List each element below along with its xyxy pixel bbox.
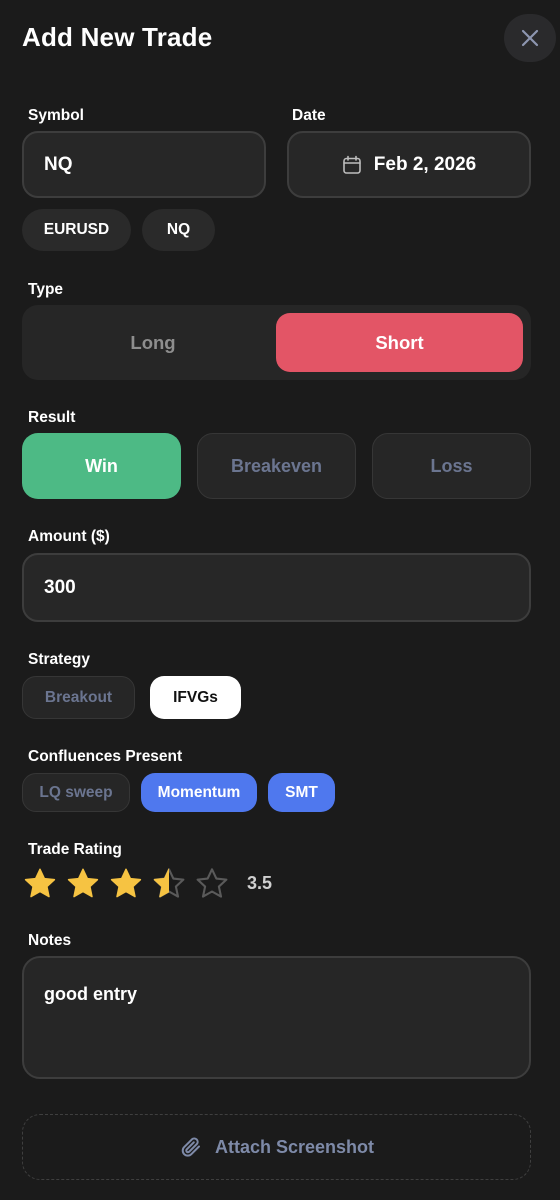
rating-value: 3.5 bbox=[247, 873, 273, 893]
date-value: Feb 2, 2026 bbox=[373, 153, 477, 175]
confluence-option-lq-sweep[interactable]: LQ sweep bbox=[22, 773, 130, 812]
attach-label: Attach Screenshot bbox=[214, 1136, 375, 1157]
star-icon[interactable] bbox=[108, 866, 144, 902]
notes-value: good entry bbox=[44, 984, 137, 1004]
page-title: Add New Trade bbox=[22, 22, 213, 52]
notes-label: Notes bbox=[28, 932, 72, 949]
type-toggle: Long Short bbox=[22, 305, 531, 380]
attach-screenshot-button[interactable]: Attach Screenshot bbox=[22, 1114, 531, 1180]
confluence-option-smt[interactable]: SMT bbox=[268, 773, 335, 812]
strategy-option-breakout[interactable]: Breakout bbox=[22, 676, 135, 719]
confluence-option-momentum[interactable]: Momentum bbox=[141, 773, 257, 812]
result-option-loss[interactable]: Loss bbox=[372, 433, 531, 499]
symbol-value: NQ bbox=[44, 153, 73, 175]
type-label: Type bbox=[28, 281, 64, 298]
date-picker[interactable]: Feb 2, 2026 bbox=[287, 131, 531, 198]
type-option-long[interactable]: Long bbox=[30, 313, 276, 372]
recent-symbol-chip[interactable]: EURUSD bbox=[22, 209, 131, 251]
star-icon[interactable] bbox=[194, 866, 230, 902]
star-icon[interactable] bbox=[151, 866, 187, 902]
confluences-label: Confluences Present bbox=[28, 748, 183, 765]
close-button[interactable] bbox=[504, 14, 556, 62]
result-option-breakeven[interactable]: Breakeven bbox=[197, 433, 356, 499]
type-option-short[interactable]: Short bbox=[276, 313, 523, 372]
symbol-input[interactable]: NQ bbox=[22, 131, 266, 198]
calendar-icon bbox=[342, 155, 361, 174]
strategy-option-ifvgs[interactable]: IFVGs bbox=[150, 676, 241, 719]
recent-symbol-chip[interactable]: NQ bbox=[142, 209, 215, 251]
notes-textarea[interactable]: good entry bbox=[22, 956, 531, 1079]
result-option-win[interactable]: Win bbox=[22, 433, 181, 499]
strategy-label: Strategy bbox=[28, 651, 91, 668]
rating-label: Trade Rating bbox=[28, 841, 122, 858]
paperclip-icon bbox=[181, 1137, 200, 1157]
amount-value: 300 bbox=[44, 576, 76, 598]
amount-input[interactable]: 300 bbox=[22, 553, 531, 622]
date-label: Date bbox=[292, 107, 326, 124]
amount-label: Amount ($) bbox=[28, 528, 110, 545]
symbol-label: Symbol bbox=[28, 107, 84, 124]
result-label: Result bbox=[28, 409, 76, 426]
star-icon[interactable] bbox=[65, 866, 101, 902]
star-icon[interactable] bbox=[22, 866, 58, 902]
close-icon bbox=[521, 29, 539, 47]
